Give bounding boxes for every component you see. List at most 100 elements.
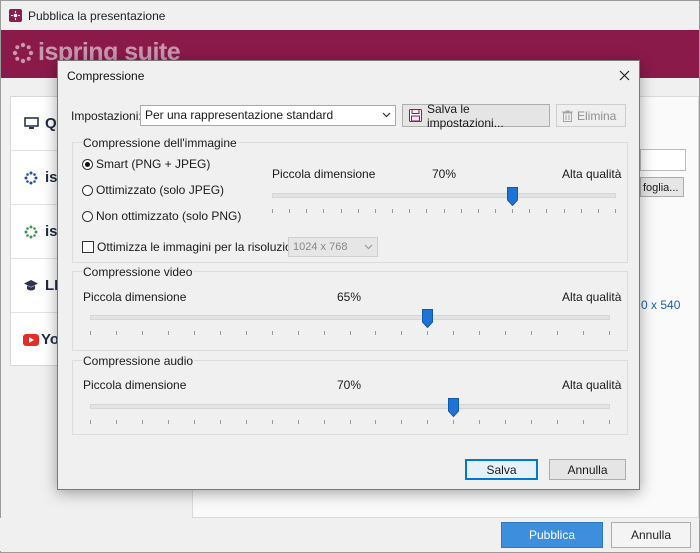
slide-size-link[interactable]: 0 x 540 xyxy=(641,298,680,312)
slider-tick xyxy=(409,209,410,213)
slider-tick xyxy=(298,331,299,335)
slider-tick xyxy=(453,331,454,335)
youtube-icon xyxy=(23,332,39,348)
window-cancel-button[interactable]: Annulla xyxy=(611,522,691,548)
slider-tick xyxy=(401,420,402,424)
slider-tick xyxy=(220,331,221,335)
slider-ticks xyxy=(272,209,616,213)
slider-tick xyxy=(116,420,117,424)
audio-min-label: Piccola dimensione xyxy=(83,378,187,392)
video-value-label: 65% xyxy=(337,290,362,304)
slider-tick xyxy=(194,331,195,335)
slider-tick xyxy=(478,209,479,213)
slider-thumb[interactable] xyxy=(506,187,518,206)
trash-icon xyxy=(562,110,573,122)
resolution-value: 1024 x 768 xyxy=(293,241,348,253)
slider-tick xyxy=(609,331,610,335)
slider-tick xyxy=(272,209,273,213)
slider-tick xyxy=(529,209,530,213)
save-settings-label: Salva le impostazioni... xyxy=(427,101,504,130)
slider-tick xyxy=(512,209,513,213)
slider-tick xyxy=(350,420,351,424)
publish-button[interactable]: Pubblica xyxy=(501,522,603,548)
slider-tick xyxy=(581,209,582,213)
slider-tick xyxy=(272,420,273,424)
slider-tick xyxy=(546,209,547,213)
slider-tick xyxy=(564,209,565,213)
chevron-down-icon xyxy=(382,112,391,118)
audio-max-label: Alta qualità xyxy=(562,378,622,392)
destination-label: Q xyxy=(45,115,57,132)
browse-button[interactable]: foglia... xyxy=(640,177,684,197)
slider-tick xyxy=(461,209,462,213)
slider-tick xyxy=(168,331,169,335)
slider-tick xyxy=(598,209,599,213)
slider-tick xyxy=(583,420,584,424)
slider-tick xyxy=(427,420,428,424)
slider-tick xyxy=(142,331,143,335)
radio-smart[interactable]: Smart (PNG + JPEG) xyxy=(82,157,210,171)
slider-tick xyxy=(426,209,427,213)
save-button[interactable]: Salva xyxy=(465,459,538,480)
slider-tick xyxy=(194,420,195,424)
slider-track xyxy=(272,193,616,198)
slider-ticks xyxy=(90,420,610,424)
slider-tick xyxy=(142,420,143,424)
slider-tick xyxy=(306,209,307,213)
close-button[interactable] xyxy=(609,61,639,89)
slider-tick xyxy=(90,420,91,424)
group-title: Compressione dell'immagine xyxy=(82,136,238,150)
radio-label: Ottimizzato (solo JPEG) xyxy=(96,183,225,197)
radio-optimized-jpeg[interactable]: Ottimizzato (solo JPEG) xyxy=(82,183,224,197)
cancel-button[interactable]: Annulla xyxy=(549,459,626,480)
checkbox-label: Ottimizza le immagini per la risoluzione… xyxy=(97,240,309,254)
slider-tick xyxy=(341,209,342,213)
slider-tick xyxy=(583,331,584,335)
slider-tick xyxy=(401,331,402,335)
slider-tick xyxy=(427,331,428,335)
slider-tick xyxy=(375,420,376,424)
optimize-resolution-checkbox[interactable]: Ottimizza le immagini per la risoluzione… xyxy=(82,240,308,254)
delete-settings-button[interactable]: Elimina xyxy=(556,104,626,127)
save-settings-button[interactable]: Salva le impostazioni... xyxy=(402,101,550,130)
checkbox-box xyxy=(82,241,94,253)
ispring-app-icon xyxy=(9,9,22,22)
slider-tick xyxy=(220,420,221,424)
slider-thumb[interactable] xyxy=(448,398,459,417)
radio-label: Smart (PNG + JPEG) xyxy=(96,157,211,171)
slider-tick xyxy=(531,331,532,335)
radio-button xyxy=(82,210,93,222)
slider-thumb[interactable] xyxy=(422,309,433,328)
audio-value-label: 70% xyxy=(337,378,362,392)
slider-tick xyxy=(246,420,247,424)
image-quality-slider[interactable] xyxy=(272,187,616,218)
resolution-select[interactable]: 1024 x 768 xyxy=(288,237,378,257)
settings-preset-select[interactable]: Per una rappresentazione standard xyxy=(140,105,396,126)
folder-path-input[interactable] xyxy=(640,149,686,171)
ispring-icon xyxy=(23,170,39,186)
compression-dialog: Compressione Impostazioni: Per una rappr… xyxy=(57,60,640,490)
settings-label: Impostazioni: xyxy=(71,109,142,123)
chevron-down-icon xyxy=(364,244,373,250)
radio-not-optimized-png[interactable]: Non ottimizzato (solo PNG) xyxy=(82,209,241,223)
slider-tick xyxy=(323,209,324,213)
slider-tick xyxy=(324,420,325,424)
group-title: Compressione audio xyxy=(82,354,195,368)
slider-tick xyxy=(272,331,273,335)
slider-tick xyxy=(168,420,169,424)
floppy-disk-icon xyxy=(409,109,422,122)
slider-tick xyxy=(444,209,445,213)
slider-tick xyxy=(392,209,393,213)
audio-quality-slider[interactable] xyxy=(90,398,610,429)
slider-tick xyxy=(375,331,376,335)
image-max-label: Alta qualità xyxy=(562,167,622,181)
slider-ticks xyxy=(90,331,610,335)
slider-track xyxy=(90,315,610,320)
video-quality-slider[interactable] xyxy=(90,309,610,340)
slider-tick xyxy=(324,331,325,335)
close-icon xyxy=(619,70,629,80)
computer-icon xyxy=(23,116,39,132)
image-min-label: Piccola dimensione xyxy=(272,167,376,181)
slider-tick xyxy=(479,331,480,335)
group-title: Compressione video xyxy=(82,265,194,279)
